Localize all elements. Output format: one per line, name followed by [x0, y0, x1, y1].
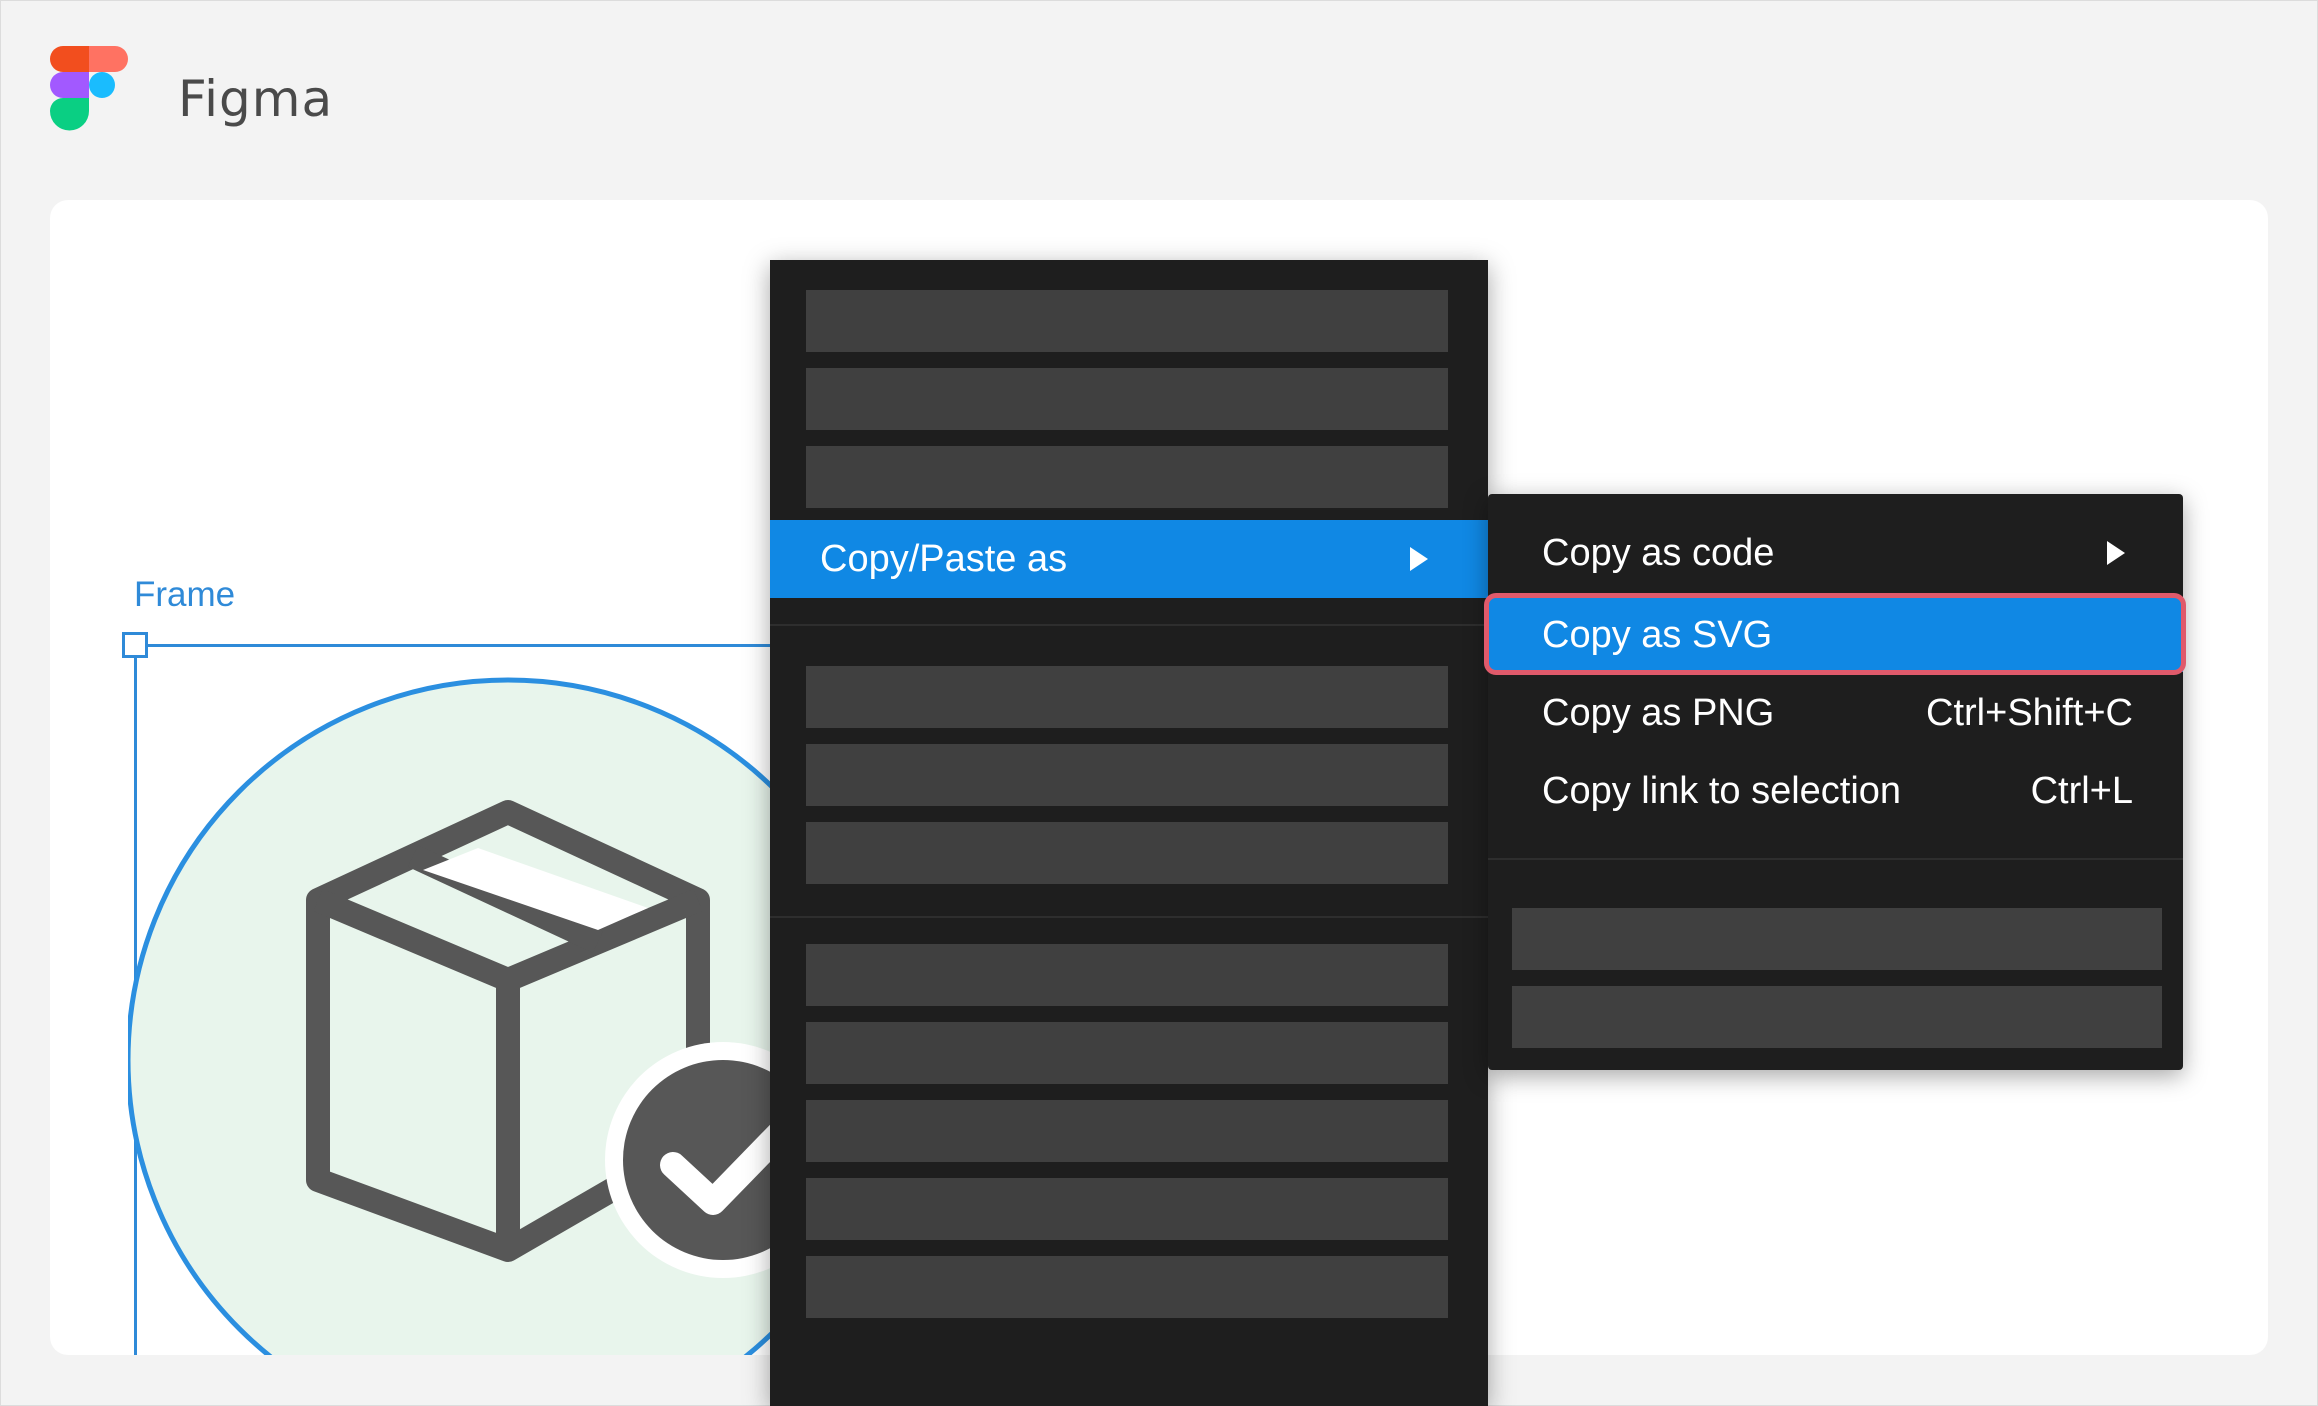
figma-logo-icon [50, 46, 128, 131]
menu-item-placeholder[interactable] [806, 368, 1448, 430]
menu-item-copy-paste-as[interactable]: Copy/Paste as [770, 520, 1488, 598]
chevron-right-icon [2107, 541, 2125, 565]
menu-item-placeholder[interactable] [806, 446, 1448, 508]
context-menu: Copy/Paste as [770, 260, 1488, 1406]
menu-item-placeholder[interactable] [1512, 908, 2162, 970]
menu-item-placeholder[interactable] [806, 666, 1448, 728]
menu-item-label: Copy as code [1542, 531, 1775, 574]
shortcut-label: Ctrl+Shift+C [1926, 691, 2133, 734]
menu-item-placeholder[interactable] [806, 822, 1448, 884]
menu-item-placeholder[interactable] [806, 1022, 1448, 1084]
menu-item-placeholder[interactable] [806, 1100, 1448, 1162]
menu-item-label: Copy as PNG [1542, 691, 1775, 734]
shortcut-label: Ctrl+L [2030, 769, 2133, 812]
menu-item-copy-as-code[interactable]: Copy as code [1488, 514, 2183, 592]
menu-item-label: Copy/Paste as [820, 537, 1068, 580]
app-header: Figma [0, 0, 2318, 200]
menu-divider [1488, 858, 2183, 860]
menu-item-placeholder[interactable] [806, 744, 1448, 806]
menu-item-label: Copy link to selection [1542, 769, 1902, 812]
menu-divider [770, 916, 1488, 918]
menu-item-copy-as-svg[interactable]: Copy as SVG [1488, 598, 2183, 672]
menu-item-label: Copy as SVG [1542, 613, 1773, 656]
menu-item-copy-link-to-selection[interactable]: Copy link to selection Ctrl+L [1488, 752, 2183, 830]
menu-item-placeholder[interactable] [1512, 986, 2162, 1048]
menu-item-placeholder[interactable] [806, 1178, 1448, 1240]
menu-item-placeholder[interactable] [806, 944, 1448, 1006]
copy-paste-submenu: Copy as code Copy as SVG Copy as PNG Ctr… [1488, 494, 2183, 1070]
frame-label[interactable]: Frame [134, 575, 235, 615]
menu-item-copy-as-png[interactable]: Copy as PNG Ctrl+Shift+C [1488, 674, 2183, 752]
menu-item-placeholder[interactable] [806, 290, 1448, 352]
menu-divider [770, 624, 1488, 626]
menu-item-placeholder[interactable] [806, 1256, 1448, 1318]
app-title: Figma [178, 70, 334, 128]
chevron-right-icon [1410, 547, 1428, 571]
